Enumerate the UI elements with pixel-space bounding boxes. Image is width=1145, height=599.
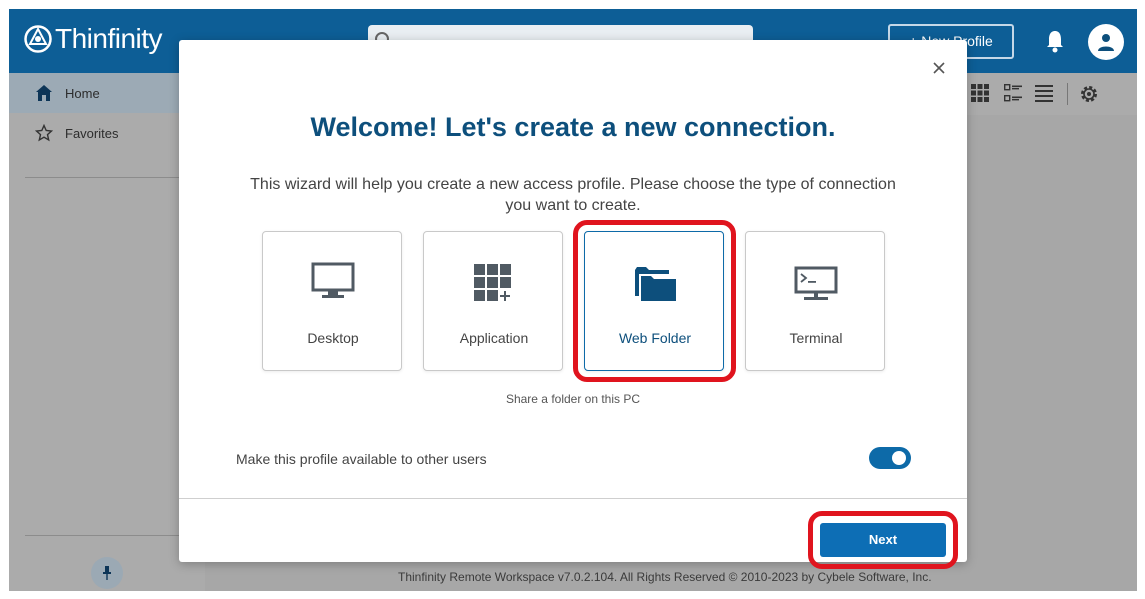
- footer-text: Thinfinity Remote Workspace v7.0.2.104. …: [398, 570, 932, 584]
- toolbar-divider: [1067, 83, 1068, 105]
- sidebar: Home Favorites: [9, 73, 205, 591]
- bell-icon[interactable]: [1045, 29, 1065, 53]
- gear-icon[interactable]: [1079, 84, 1099, 104]
- share-profile-label: Make this profile available to other use…: [236, 451, 487, 467]
- card-caption: Share a folder on this PC: [505, 392, 641, 406]
- sidebar-divider: [25, 535, 189, 536]
- card-desktop[interactable]: Desktop: [262, 231, 402, 371]
- sidebar-divider: [25, 177, 189, 178]
- logo: Thinfinity: [23, 23, 163, 55]
- monitor-icon: [311, 262, 355, 298]
- card-label: Application: [459, 330, 529, 346]
- pin-button[interactable]: [91, 557, 123, 589]
- close-icon[interactable]: [931, 60, 947, 76]
- sidebar-item-label: Home: [65, 85, 100, 101]
- detail-view-icon[interactable]: [1004, 84, 1022, 102]
- star-icon: [35, 124, 53, 142]
- card-terminal[interactable]: Terminal: [745, 231, 885, 371]
- dialog-divider: [179, 498, 967, 499]
- dialog-description: This wizard will help you create a new a…: [250, 176, 896, 214]
- list-view-icon[interactable]: [1035, 84, 1053, 102]
- terminal-icon: [794, 266, 838, 300]
- next-highlight: [808, 511, 958, 569]
- card-label: Terminal: [789, 330, 843, 346]
- share-profile-toggle[interactable]: [869, 447, 911, 469]
- selection-highlight: [573, 220, 736, 382]
- new-connection-dialog: Welcome! Let's create a new connection. …: [179, 40, 967, 569]
- logo-text: Thinfinity: [55, 23, 163, 54]
- toggle-knob: [892, 451, 906, 465]
- user-icon: [1098, 34, 1114, 51]
- grid-view-icon[interactable]: [971, 84, 989, 102]
- sidebar-item-favorites[interactable]: Favorites: [9, 113, 205, 153]
- home-icon: [36, 85, 52, 101]
- card-application[interactable]: Application: [423, 231, 563, 371]
- sidebar-item-label: Favorites: [65, 125, 119, 141]
- card-label: Desktop: [307, 330, 359, 346]
- app-grid-icon: [474, 264, 511, 301]
- logo-icon: [24, 25, 52, 53]
- sidebar-item-home[interactable]: Home: [9, 73, 205, 113]
- app-window: Thinfinity + New Profile Home: [9, 9, 1137, 591]
- avatar[interactable]: [1088, 24, 1124, 60]
- dialog-title: Welcome! Let's create a new connection.: [310, 112, 836, 142]
- pin-icon: [103, 566, 111, 580]
